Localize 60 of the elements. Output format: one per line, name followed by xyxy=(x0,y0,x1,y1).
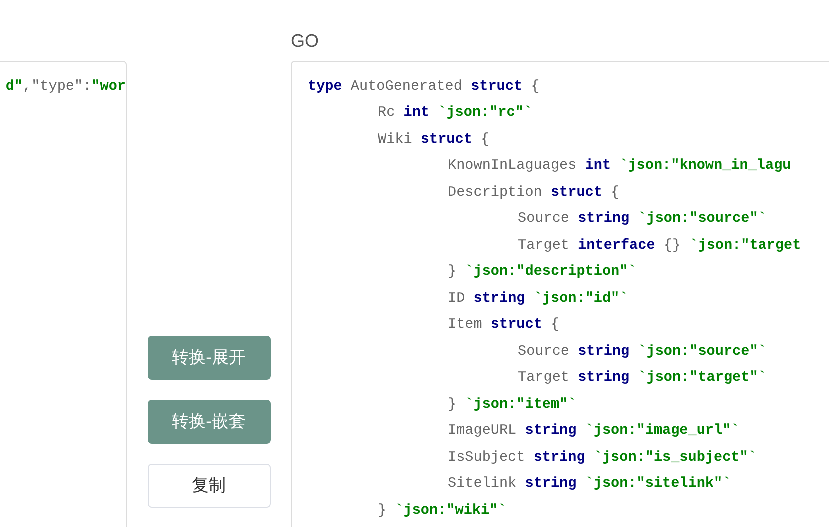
code-identifier: ID xyxy=(448,290,466,309)
code-keyword: string xyxy=(578,369,630,388)
code-tag: `json:"wiki"` xyxy=(395,500,507,522)
code-punctuation: { xyxy=(551,316,560,336)
code-tag: `json:"description"` xyxy=(465,262,637,284)
code-tag: `json:"item"` xyxy=(465,394,577,416)
panel-title: GO xyxy=(291,30,320,53)
code-punctuation: : xyxy=(83,78,92,98)
code-keyword: int xyxy=(585,157,612,176)
code-tag: `json:"source"` xyxy=(638,342,767,363)
convert-button[interactable]: 转换-展开 xyxy=(148,336,270,380)
code-keyword: struct xyxy=(420,130,472,150)
code-identifier: ImageURL xyxy=(448,422,517,442)
code-tag: `json:"known_in_lagu xyxy=(620,156,792,178)
code-keyword: struct xyxy=(550,184,602,203)
code-punctuation: { xyxy=(531,78,540,97)
code-punctuation: , xyxy=(23,78,32,98)
code-identifier: Sitelink xyxy=(448,475,517,494)
code-punctuation: } xyxy=(378,502,387,521)
code-identifier: Target xyxy=(518,369,570,388)
convert-button[interactable]: 转换-嵌套 xyxy=(148,400,270,444)
code-punctuation: { xyxy=(481,130,490,150)
code-keyword: string xyxy=(578,210,630,230)
code-identifier: AutoGenerated xyxy=(350,78,462,97)
code-identifier: KnownInLaguages xyxy=(448,157,577,176)
code-tag: `json:"is_subject"` xyxy=(594,448,757,469)
code-identifier: Target xyxy=(518,236,570,256)
code-identifier: Rc xyxy=(378,104,396,124)
code-tag: `json:"sitelink"` xyxy=(585,474,732,496)
code-punctuation: } xyxy=(448,263,457,282)
code-string: d" xyxy=(6,78,23,98)
code-string: "wor xyxy=(92,78,126,98)
code-keyword: int xyxy=(404,104,430,124)
code-tag: `json:"image_url"` xyxy=(585,421,740,442)
code-tag: `json:"source"` xyxy=(638,209,767,230)
code-identifier: Item xyxy=(448,316,482,336)
code-keyword: interface xyxy=(578,236,656,256)
code-identifier: Description xyxy=(448,184,542,203)
code-keyword: type xyxy=(308,78,342,97)
code-tag: `json:"id"` xyxy=(534,288,628,310)
code-keyword: string xyxy=(578,342,630,362)
copy-button[interactable]: 复制 xyxy=(148,464,270,508)
code-tag: `json:"target xyxy=(690,236,802,257)
code-identifier: Source xyxy=(518,342,570,362)
code-punctuation: {} xyxy=(664,236,682,256)
code-punctuation: } xyxy=(448,396,457,415)
code-punctuation: { xyxy=(611,184,620,203)
code-identifier: Source xyxy=(518,210,570,230)
code-tag: `json:"rc"` xyxy=(438,103,532,124)
code-identifier: IsSubject xyxy=(448,448,526,468)
code-keyword: string xyxy=(534,448,586,468)
code-keyword: struct xyxy=(490,316,542,336)
code-keyword: string xyxy=(525,475,577,494)
code-identifier: "type" xyxy=(32,78,84,98)
code-tag: `json:"target"` xyxy=(638,368,767,390)
code-keyword: struct xyxy=(471,78,523,97)
code-keyword: string xyxy=(474,290,526,309)
code-keyword: string xyxy=(525,422,577,442)
json-input-panel[interactable]: d","type":"wor xyxy=(0,61,127,527)
code-identifier: Wiki xyxy=(378,130,412,150)
